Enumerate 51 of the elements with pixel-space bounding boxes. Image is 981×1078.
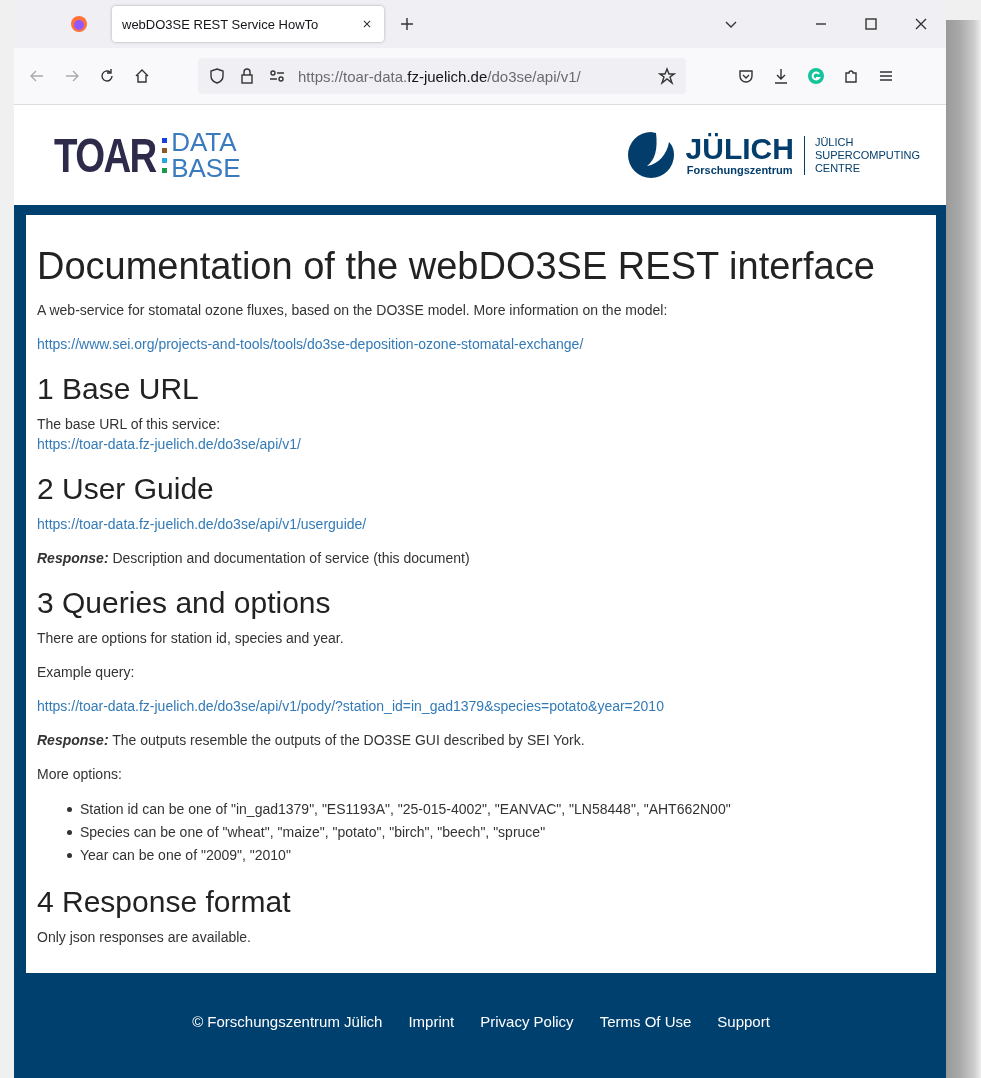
paragraph: Response: The outputs resemble the outputs of the DO3SE GUI described by SEI York. (37, 731, 586, 750)
logo-subtitle: Forschungszentrum (686, 164, 793, 176)
link[interactable]: https://www.sei.org/projects-and-tools/tools/do3se-deposition-ozone-stomatal-exchange/ (37, 336, 584, 352)
new-tab-icon[interactable] (398, 15, 416, 33)
shield-icon[interactable] (208, 67, 226, 85)
section-heading: 3 Queries and options (37, 586, 332, 620)
permissions-icon[interactable] (268, 67, 286, 85)
list-item: Species can be one of "wheat", "maize", "potato", "birch", "beech", "spruce" (80, 823, 546, 842)
list-item: Year can be one of "2009", "2010" (80, 846, 291, 865)
link[interactable]: https://toar-data.fz-juelich.de/do3se/api/v1/pody/?station_id=in_gad1379&species=potato&year=2010 (37, 698, 664, 714)
colored-dots-icon (161, 135, 170, 175)
reload-icon[interactable] (98, 67, 116, 85)
link[interactable]: https://toar-data.fz-juelich.de/do3se/api/v1/userguide/ (37, 516, 367, 532)
bullet-icon (67, 807, 72, 812)
paragraph: Response: Description and documentation of service (this document) (37, 549, 471, 568)
home-icon[interactable] (133, 67, 151, 85)
footer-link[interactable]: Privacy Policy (480, 1013, 574, 1030)
maximize-icon[interactable] (862, 15, 880, 33)
paragraph: A web-service for stomatal ozone fluxes, based on the DO3SE model. More information on the model: (37, 301, 669, 320)
browser-tab[interactable]: webDO3SE REST Service HowTo (112, 6, 384, 42)
logo-text: CENTRE (814, 161, 862, 175)
page-title: Documentation of the webDO3SE REST interface (37, 245, 876, 288)
pocket-icon[interactable] (737, 67, 755, 85)
logo-wordmark: TOAR (54, 127, 156, 183)
footer-link[interactable]: Imprint (408, 1013, 455, 1030)
logo-text: BASE (171, 155, 241, 181)
paragraph: More options: (37, 765, 123, 784)
section-heading: 2 User Guide (37, 472, 215, 506)
section-heading: 4 Response format (37, 885, 292, 919)
section-heading: 1 Base URL (37, 372, 200, 406)
footer-link[interactable]: Terms Of Use (599, 1013, 692, 1030)
copyright: © Forschungszentrum Jülich (192, 1013, 383, 1030)
logo-text: JÜLICH (814, 135, 855, 149)
browser-logo-icon[interactable] (70, 15, 88, 33)
logo-wordmark: JÜLICH (685, 134, 794, 164)
star-icon[interactable] (658, 67, 676, 85)
bullet-icon (67, 830, 72, 835)
paragraph: There are options for station id, species and year. (37, 629, 345, 648)
paragraph: The base URL of this service: (37, 415, 222, 434)
link[interactable]: https://toar-data.fz-juelich.de/do3se/api/v1/ (37, 436, 301, 452)
juelich-logo-icon (625, 130, 676, 180)
lock-icon[interactable] (238, 67, 256, 85)
bullet-icon (67, 853, 72, 858)
address-bar[interactable]: https://toar-data.fz-juelich.de/do3se/api/v1/ (198, 58, 686, 94)
logo-text: DATA (171, 129, 238, 155)
list-item: Station id can be one of "in_gad1379", "ES1193A", "25-015-4002", "EANVAC", "LN58448", "AHT662N00" (80, 800, 731, 819)
download-icon[interactable] (772, 67, 790, 85)
logo-text: SUPERCOMPUTING (814, 148, 920, 162)
footer-link[interactable]: Support (717, 1013, 770, 1030)
paragraph: Example query: (37, 663, 136, 682)
paragraph: Only json responses are available. (37, 928, 252, 947)
